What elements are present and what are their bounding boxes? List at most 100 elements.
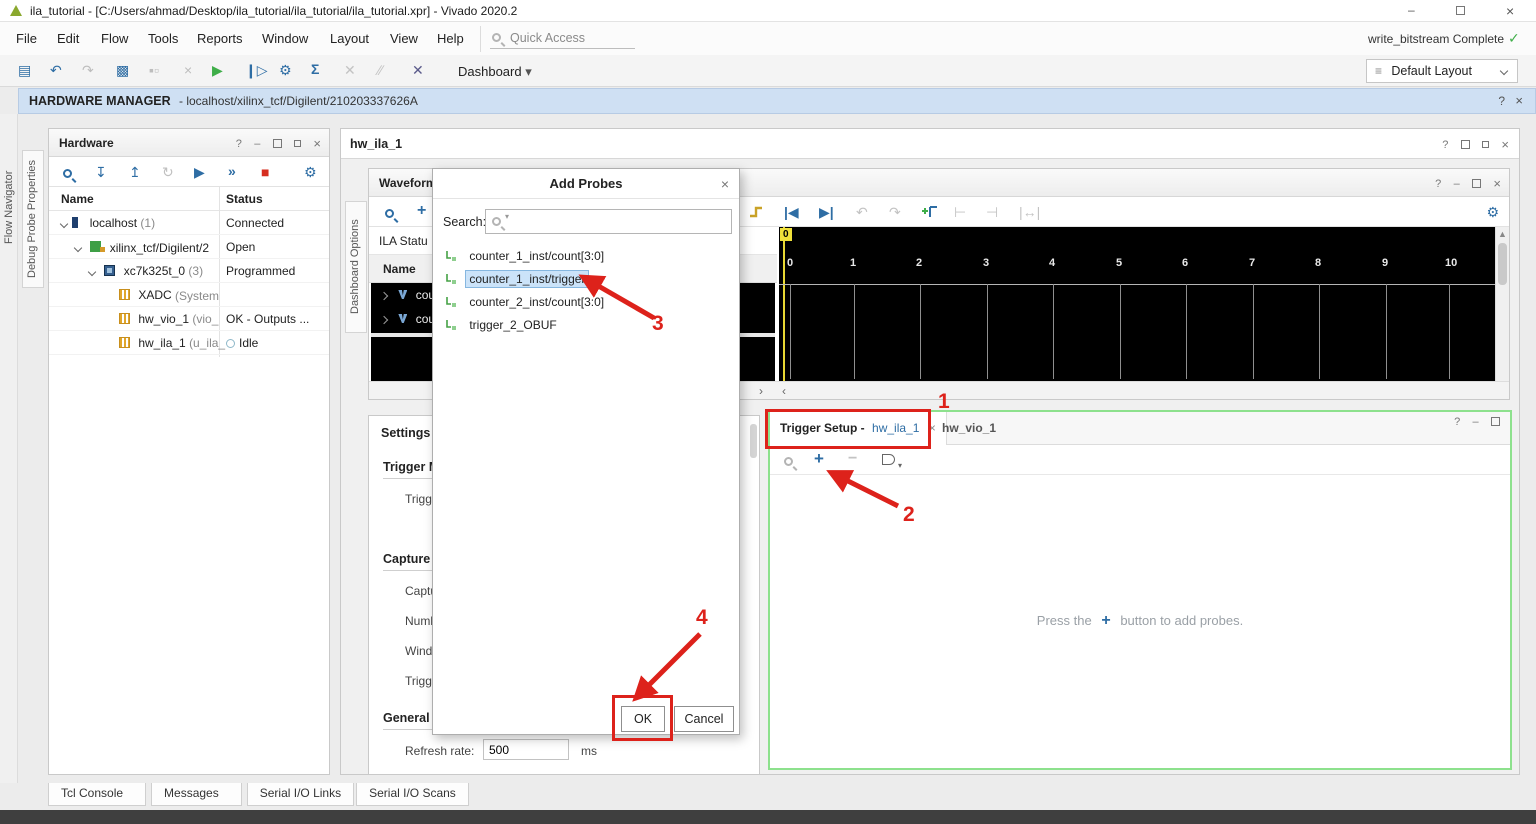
undo-icon[interactable]: ↶ (50, 63, 62, 77)
collapse-all-icon[interactable]: ↧ (95, 165, 107, 179)
help-icon[interactable]: ? (236, 130, 242, 158)
tab-serial-io-scans[interactable]: Serial I/O Scans (356, 783, 469, 806)
expand-all-icon[interactable]: ↥ (129, 165, 141, 179)
tab-messages[interactable]: Messages (151, 783, 242, 806)
trigger-marker-badge[interactable]: 0 (780, 228, 792, 241)
dialog-search-input[interactable]: ▾ (485, 209, 732, 234)
cancel-run-icon[interactable]: ✕ (412, 63, 424, 77)
list-item[interactable]: counter_2_inst/count[3:0] (433, 291, 738, 314)
gate-condition-icon[interactable] (882, 454, 895, 465)
waveform-plot[interactable]: 0 0 1 2 3 4 5 6 7 8 9 10 (779, 227, 1495, 381)
help-icon[interactable]: ? (1454, 416, 1460, 428)
table-row[interactable]: hw_vio_1 (vio_ OK - Outputs ... (49, 307, 329, 331)
gear-icon[interactable]: ⚙ (304, 165, 317, 179)
redo-icon[interactable]: ↷ (82, 63, 94, 77)
stop-icon[interactable]: ■ (261, 165, 269, 179)
minimize-icon[interactable]: – (254, 130, 260, 158)
gate-dropdown-caret-icon[interactable]: ▾ (898, 461, 902, 470)
run-trigger-icon[interactable]: ▶ (194, 165, 205, 179)
help-icon[interactable]: ? (1442, 130, 1448, 160)
trigger-marker-line[interactable] (783, 227, 785, 381)
table-row[interactable]: xilinx_tcf/Digilent/2 Open (49, 235, 329, 259)
close-icon[interactable]: × (1493, 170, 1501, 198)
close-icon[interactable]: × (313, 130, 321, 158)
minimize-icon[interactable]: – (1408, 3, 1415, 17)
cancel-button[interactable]: Cancel (674, 706, 734, 732)
goto-start-icon[interactable]: |◀ (784, 205, 799, 219)
table-row[interactable]: xc7k325t_0 (3) Programmed (49, 259, 329, 283)
delete-icon[interactable]: × (184, 63, 192, 77)
report-icon[interactable]: ▩ (116, 63, 129, 77)
run-all-icon[interactable]: » (228, 164, 236, 178)
tab-hw-ila-1[interactable]: hw_ila_1 (350, 137, 402, 151)
scroll-up-icon[interactable]: ▲ (1496, 227, 1509, 241)
sum-icon[interactable]: Σ (311, 62, 319, 76)
maximize-icon[interactable] (1456, 6, 1465, 15)
collapsed-chevron-icon[interactable] (379, 315, 389, 325)
menu-layout[interactable]: Layout (330, 31, 369, 46)
minimize-icon[interactable]: – (1454, 170, 1460, 198)
close-dialog-icon[interactable]: × (721, 169, 729, 199)
help-icon[interactable]: ? (1498, 89, 1505, 113)
refresh-rate-input[interactable] (483, 739, 569, 760)
add-probe-button[interactable]: + (814, 450, 824, 467)
expand-chevron-icon[interactable] (59, 219, 69, 229)
waveform-vscrollbar[interactable]: ▲ (1495, 227, 1509, 381)
maximize-icon[interactable] (1472, 179, 1482, 189)
waveform-gear-icon[interactable]: ⚙ (1486, 205, 1499, 219)
tab-hw-vio-1[interactable]: hw_vio_1 (930, 412, 1008, 445)
open-project-icon[interactable]: ▤ (18, 63, 31, 77)
expand-chevron-icon[interactable] (73, 243, 83, 253)
copy-icon[interactable]: ▪▫ (149, 63, 159, 77)
expand-chevron-icon[interactable] (87, 267, 97, 277)
run-icon[interactable]: ▶ (212, 63, 223, 77)
scroll-thumb[interactable] (1498, 243, 1507, 285)
list-item[interactable]: trigger_2_OBUF (433, 314, 738, 337)
list-item[interactable]: counter_1_inst/count[3:0] (433, 245, 738, 268)
settings-gear-icon[interactable]: ⚙ (279, 63, 292, 77)
table-row[interactable]: localhost (1) Connected (49, 211, 329, 235)
menu-tools[interactable]: Tools (148, 31, 178, 46)
tab-tcl-console[interactable]: Tcl Console (48, 783, 147, 806)
add-marker-icon[interactable] (921, 204, 939, 219)
step-icon[interactable]: ❙▷ (245, 63, 268, 77)
menu-view[interactable]: View (390, 31, 418, 46)
minimize-icon[interactable]: – (1473, 416, 1479, 428)
sidebar-tab-flow-navigator[interactable]: Flow Navigator (0, 148, 19, 266)
scroll-right-icon[interactable]: › (759, 382, 763, 400)
search-icon[interactable] (385, 209, 394, 218)
menu-file[interactable]: File (16, 31, 37, 46)
menu-flow[interactable]: Flow (101, 31, 128, 46)
close-icon[interactable]: × (1501, 130, 1509, 160)
column-name[interactable]: Name (61, 192, 94, 206)
menu-help[interactable]: Help (437, 31, 464, 46)
float-icon[interactable] (1482, 141, 1490, 149)
sidebar-tab-debug-probe-properties[interactable]: Debug Probe Properties (22, 150, 44, 288)
search-icon[interactable] (63, 169, 72, 178)
goto-end-icon[interactable]: ▶| (819, 205, 834, 219)
sidebar-tab-dashboard-options[interactable]: Dashboard Options (345, 201, 367, 333)
trigger-immediate-icon[interactable] (749, 205, 765, 219)
add-probe-icon[interactable]: + (417, 203, 426, 219)
maximize-icon[interactable] (272, 139, 282, 149)
list-item-selected[interactable]: counter_1_inst/trigger (433, 268, 738, 291)
float-icon[interactable] (294, 140, 302, 148)
close-banner-icon[interactable]: × (1515, 89, 1523, 113)
help-icon[interactable]: ? (1435, 170, 1441, 198)
collapsed-chevron-icon[interactable] (379, 291, 389, 301)
menu-edit[interactable]: Edit (57, 31, 79, 46)
scroll-left-icon[interactable]: ‹ (782, 382, 786, 400)
dialog-titlebar[interactable]: Add Probes × (433, 169, 739, 199)
dashboard-dropdown[interactable]: Dashboard ▾ (458, 64, 532, 80)
menu-reports[interactable]: Reports (197, 31, 243, 46)
quick-access-input[interactable]: Quick Access (490, 29, 635, 49)
table-row[interactable]: XADC (System (49, 283, 329, 307)
settings-scrollbar[interactable] (750, 424, 757, 458)
tab-serial-io-links[interactable]: Serial I/O Links (246, 783, 355, 806)
maximize-icon[interactable] (1460, 140, 1470, 150)
menu-window[interactable]: Window (262, 31, 308, 46)
maximize-icon[interactable] (1491, 417, 1500, 427)
table-row[interactable]: hw_ila_1 (u_ila_ Idle (49, 331, 329, 355)
close-icon[interactable]: × (1506, 3, 1514, 19)
column-status[interactable]: Status (226, 187, 263, 211)
